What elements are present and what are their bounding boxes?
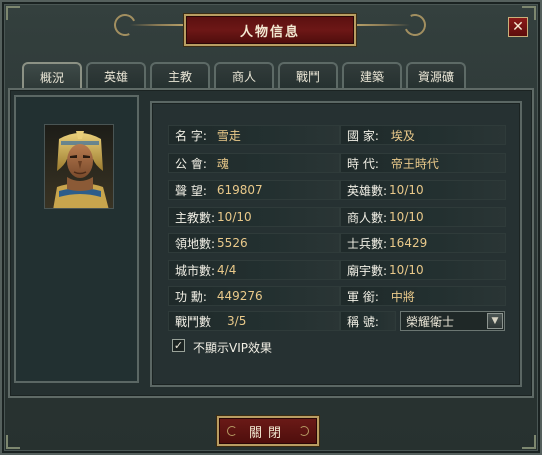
title-select-value: 榮耀衛士 bbox=[406, 314, 455, 329]
info-row-temples: 廟宇數: 10/10 bbox=[340, 260, 506, 280]
info-row-prestige: 聲 望: 619807 bbox=[168, 180, 340, 200]
corner-ornament bbox=[6, 6, 20, 20]
corner-ornament bbox=[522, 435, 536, 449]
merchants-value: 10/10 bbox=[389, 210, 424, 224]
tab-heroes[interactable]: 英雄 bbox=[86, 62, 146, 88]
title-ornament-left bbox=[130, 24, 185, 26]
country-label: 國 家: bbox=[347, 128, 379, 143]
rank-label: 軍 銜: bbox=[347, 289, 379, 304]
merchants-label: 商人數: bbox=[347, 210, 388, 225]
soldiers-label: 士兵數: bbox=[347, 236, 388, 251]
window-title: 人物信息 bbox=[184, 14, 356, 46]
tab-merchants[interactable]: 商人 bbox=[214, 62, 274, 88]
close-window-button[interactable]: 關閉 bbox=[217, 416, 319, 446]
info-row-title: 稱 號: bbox=[340, 311, 396, 331]
era-label: 時 代: bbox=[347, 156, 379, 171]
vip-effect-label: 不顯示VIP效果 bbox=[193, 341, 272, 355]
tab-bishops[interactable]: 主教 bbox=[150, 62, 210, 88]
cities-label: 城市數: bbox=[175, 263, 216, 278]
tab-overview[interactable]: 概況 bbox=[22, 62, 82, 90]
heroes-value: 10/10 bbox=[389, 183, 424, 197]
temples-label: 廟宇數: bbox=[347, 263, 388, 278]
merit-value: 449276 bbox=[216, 289, 263, 303]
vip-effect-checkbox[interactable]: ✓ bbox=[172, 339, 185, 352]
corner-ornament bbox=[6, 435, 20, 449]
close-window-label: 關閉 bbox=[248, 425, 287, 441]
info-row-guild: 公 會: 魂 bbox=[168, 153, 340, 173]
chevron-down-icon[interactable]: ▼ bbox=[487, 313, 503, 329]
era-value: 帝王時代 bbox=[390, 156, 439, 171]
info-row-rank: 軍 銜: 中將 bbox=[340, 286, 506, 306]
info-row-bishops: 主教數: 10/10 bbox=[168, 207, 340, 227]
info-row-merit: 功 勳: 449276 bbox=[168, 286, 340, 306]
merit-label: 功 勳: bbox=[175, 289, 207, 304]
country-value: 埃及 bbox=[390, 128, 415, 143]
checkmark-icon: ✓ bbox=[173, 339, 184, 352]
cities-value: 4/4 bbox=[217, 263, 237, 277]
bishops-label: 主教數: bbox=[175, 210, 216, 225]
tab-resource-mines[interactable]: 資源礦 bbox=[406, 62, 466, 88]
battles-value: 3/5 bbox=[227, 314, 247, 328]
info-row-battles: 戰鬥數 3/5 bbox=[168, 311, 340, 331]
name-label: 名 字: bbox=[175, 128, 207, 143]
title-select[interactable]: 榮耀衛士 ▼ bbox=[400, 311, 505, 331]
rank-value: 中將 bbox=[390, 289, 415, 304]
info-row-heroes: 英雄數: 10/10 bbox=[340, 180, 506, 200]
guild-value: 魂 bbox=[216, 156, 229, 171]
info-row-cities: 城市數: 4/4 bbox=[168, 260, 340, 280]
territory-label: 領地數: bbox=[175, 236, 216, 251]
tab-bar: 概況 英雄 主教 商人 戰鬥 建築 資源礦 bbox=[22, 62, 468, 90]
info-row-name: 名 字: 雪走 bbox=[168, 125, 340, 145]
button-ornament-right bbox=[299, 426, 309, 436]
territory-value: 5526 bbox=[217, 236, 248, 250]
close-icon: ✕ bbox=[512, 19, 524, 35]
info-row-merchants: 商人數: 10/10 bbox=[340, 207, 506, 227]
info-row-territory: 領地數: 5526 bbox=[168, 233, 340, 253]
tab-buildings[interactable]: 建築 bbox=[342, 62, 402, 88]
info-row-era: 時 代: 帝王時代 bbox=[340, 153, 506, 173]
character-portrait bbox=[44, 124, 114, 209]
soldiers-value: 16429 bbox=[389, 236, 428, 250]
temples-value: 10/10 bbox=[389, 263, 424, 277]
title-ornament-right bbox=[355, 24, 410, 26]
title-label: 稱 號: bbox=[347, 314, 379, 329]
info-row-soldiers: 士兵數: 16429 bbox=[340, 233, 506, 253]
prestige-value: 619807 bbox=[216, 183, 263, 197]
name-value: 雪走 bbox=[216, 128, 241, 143]
prestige-label: 聲 望: bbox=[175, 183, 207, 198]
battles-label: 戰鬥數 bbox=[175, 314, 212, 329]
tab-battles[interactable]: 戰鬥 bbox=[278, 62, 338, 88]
guild-label: 公 會: bbox=[175, 156, 207, 171]
close-button[interactable]: ✕ bbox=[508, 17, 528, 37]
button-ornament-left bbox=[227, 426, 237, 436]
info-row-country: 國 家: 埃及 bbox=[340, 125, 506, 145]
bishops-value: 10/10 bbox=[217, 210, 252, 224]
heroes-label: 英雄數: bbox=[347, 183, 388, 198]
